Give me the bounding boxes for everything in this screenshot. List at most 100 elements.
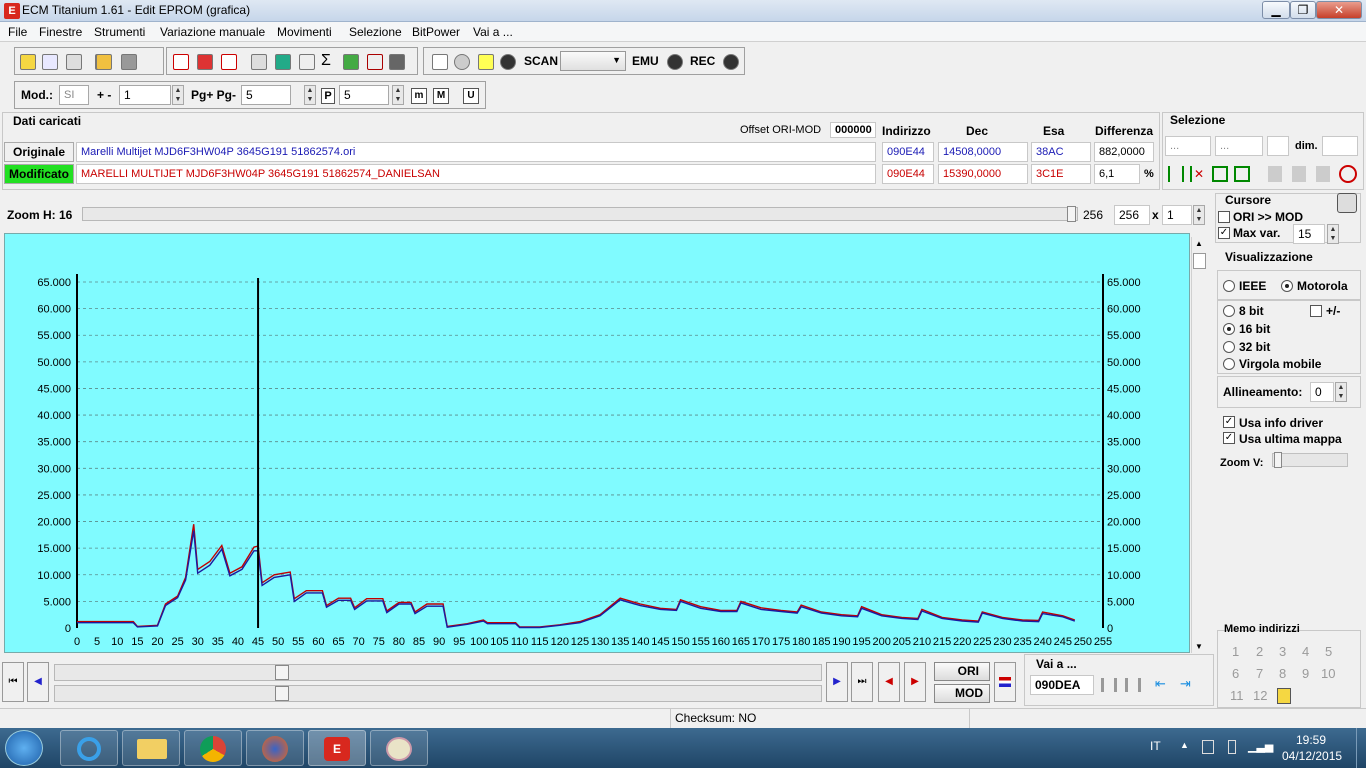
checklist-icon[interactable] bbox=[197, 54, 213, 70]
U-button[interactable]: U bbox=[463, 88, 479, 104]
next-button[interactable]: ▶ bbox=[826, 662, 848, 702]
memo-8[interactable]: 8 bbox=[1279, 666, 1286, 681]
map-graph-area[interactable]: 0 0 5.000 5.000 10.000 10.000 15.000 15.000 20.0… bbox=[4, 233, 1190, 653]
M-button[interactable]: M bbox=[433, 88, 449, 104]
last-page-button[interactable]: ⏭ bbox=[851, 662, 873, 702]
select-block-icon[interactable] bbox=[1212, 166, 1228, 182]
taskbar-paint[interactable] bbox=[370, 730, 428, 766]
zoom-h-slider[interactable] bbox=[82, 206, 1078, 222]
graph-icon[interactable] bbox=[299, 54, 315, 70]
flag-button[interactable] bbox=[994, 662, 1016, 702]
open-folder-icon[interactable] bbox=[96, 54, 112, 70]
first-page-button[interactable]: ⏮ bbox=[2, 662, 24, 702]
emu-dot-icon[interactable] bbox=[667, 54, 683, 70]
ieee-radio[interactable] bbox=[1223, 280, 1235, 292]
allineamento-spinner[interactable]: ▲ ▼ bbox=[1335, 382, 1347, 402]
select-clear-icon[interactable]: ✕ bbox=[1190, 166, 1206, 182]
ori-button[interactable]: ORI bbox=[934, 662, 990, 681]
clock-time[interactable]: 19:59 bbox=[1296, 733, 1326, 747]
show-desktop-button[interactable] bbox=[1356, 728, 1366, 768]
select-all-icon[interactable] bbox=[1234, 166, 1250, 182]
scroll-down-icon[interactable]: ▼ bbox=[1195, 642, 1203, 651]
memo-10[interactable]: 10 bbox=[1321, 666, 1335, 681]
lock-icon[interactable] bbox=[454, 54, 470, 70]
memo-7[interactable]: 7 bbox=[1256, 666, 1263, 681]
dim-field[interactable] bbox=[1322, 136, 1358, 156]
copy-icon[interactable] bbox=[42, 54, 58, 70]
ori-mod-checkbox[interactable] bbox=[1218, 211, 1230, 223]
maxvar-spinner[interactable]: ▲ ▼ bbox=[1327, 224, 1339, 244]
copy-sel-icon[interactable] bbox=[1268, 166, 1282, 182]
memo-12[interactable]: 12 bbox=[1253, 688, 1267, 703]
hscroll-2[interactable] bbox=[54, 685, 822, 702]
virgola-radio[interactable] bbox=[1223, 358, 1235, 370]
menu-file[interactable]: File bbox=[8, 25, 27, 39]
home-icon[interactable] bbox=[20, 54, 36, 70]
menu-bitpower[interactable]: BitPower bbox=[412, 25, 460, 39]
memo-9[interactable]: 9 bbox=[1302, 666, 1309, 681]
mod-field[interactable]: SI bbox=[59, 85, 89, 105]
p-button[interactable]: P bbox=[321, 88, 335, 104]
memo-2[interactable]: 2 bbox=[1256, 644, 1263, 659]
hscroll-1[interactable] bbox=[54, 664, 822, 681]
binoculars-icon[interactable] bbox=[389, 54, 405, 70]
pg-spinner[interactable]: ▲ ▼ bbox=[304, 85, 316, 105]
m-button[interactable]: m bbox=[411, 88, 427, 104]
prev-diff-button[interactable]: ◀ bbox=[878, 662, 900, 702]
allineamento-field[interactable]: 0 bbox=[1310, 382, 1334, 402]
start-button[interactable] bbox=[5, 730, 43, 766]
chart-vscroll[interactable]: ▲ ▼ bbox=[1191, 237, 1207, 653]
zoom-h-thumb[interactable] bbox=[1067, 206, 1076, 222]
8bit-radio[interactable] bbox=[1223, 305, 1235, 317]
p-spinner[interactable]: ▲ ▼ bbox=[392, 85, 404, 105]
shapes-icon[interactable] bbox=[343, 54, 359, 70]
memo-1[interactable]: 1 bbox=[1232, 644, 1239, 659]
32bit-radio[interactable] bbox=[1223, 341, 1235, 353]
move-sel-icon[interactable] bbox=[1316, 166, 1330, 182]
lang-indicator[interactable]: IT bbox=[1150, 739, 1161, 753]
reset-icon[interactable] bbox=[1339, 165, 1357, 183]
select-start-icon[interactable] bbox=[1168, 166, 1184, 182]
menu-strumenti[interactable]: Strumenti bbox=[94, 25, 145, 39]
sum-icon[interactable]: Σ bbox=[321, 52, 331, 70]
memo-11[interactable]: 11 bbox=[1230, 688, 1244, 703]
tray-arrow-icon[interactable]: ▲ bbox=[1180, 740, 1189, 750]
clock-date[interactable]: 04/12/2015 bbox=[1282, 749, 1342, 763]
taskbar-firefox[interactable] bbox=[246, 730, 304, 766]
maximize-button[interactable]: ❐ bbox=[1290, 1, 1316, 19]
usa-ultima-checkbox[interactable]: ✓ bbox=[1223, 432, 1235, 444]
jump-left-icon[interactable]: ⇤ bbox=[1155, 676, 1166, 692]
goto-end-icon[interactable] bbox=[1125, 678, 1141, 692]
vaia-field[interactable]: 090DEA bbox=[1030, 675, 1094, 695]
memo-3[interactable]: 3 bbox=[1279, 644, 1286, 659]
paste-sel-icon[interactable] bbox=[1292, 166, 1306, 182]
memo-6[interactable]: 6 bbox=[1232, 666, 1239, 681]
taskbar-ecm[interactable]: E bbox=[308, 730, 366, 766]
check-icon[interactable] bbox=[173, 54, 189, 70]
pages-icon[interactable] bbox=[251, 54, 267, 70]
zoomv-slider[interactable] bbox=[1272, 452, 1348, 468]
taskbar-ie[interactable] bbox=[60, 730, 118, 766]
maxvar-checkbox[interactable]: ✓ bbox=[1218, 227, 1230, 239]
lock-toggle-icon[interactable] bbox=[1337, 193, 1357, 213]
battery-icon[interactable] bbox=[1228, 740, 1236, 754]
zoom-mult-spinner[interactable]: ▲ ▼ bbox=[1193, 205, 1205, 225]
zero-icon[interactable] bbox=[221, 54, 237, 70]
16bit-radio[interactable] bbox=[1223, 323, 1235, 335]
signal-icon[interactable]: ▁▃▅ bbox=[1248, 740, 1273, 753]
signed-checkbox[interactable] bbox=[1310, 305, 1322, 317]
runner-icon[interactable] bbox=[478, 54, 494, 70]
goto-start-icon[interactable] bbox=[1101, 678, 1117, 692]
p-field[interactable]: 5 bbox=[339, 85, 389, 105]
menu-finestre[interactable]: Finestre bbox=[39, 25, 82, 39]
chart-icon[interactable] bbox=[367, 54, 383, 70]
menu-movimenti[interactable]: Movimenti bbox=[277, 25, 332, 39]
menu-variazione-manuale[interactable]: Variazione manuale bbox=[160, 25, 265, 39]
offset-value[interactable]: 000000 bbox=[830, 122, 876, 138]
taskbar-chrome[interactable] bbox=[184, 730, 242, 766]
plusminus-field[interactable]: 1 bbox=[119, 85, 171, 105]
selezione-start[interactable]: ... bbox=[1165, 136, 1211, 156]
calc-icon[interactable] bbox=[275, 54, 291, 70]
scroll-up-icon[interactable]: ▲ bbox=[1195, 239, 1203, 248]
usa-info-checkbox[interactable]: ✓ bbox=[1223, 416, 1235, 428]
